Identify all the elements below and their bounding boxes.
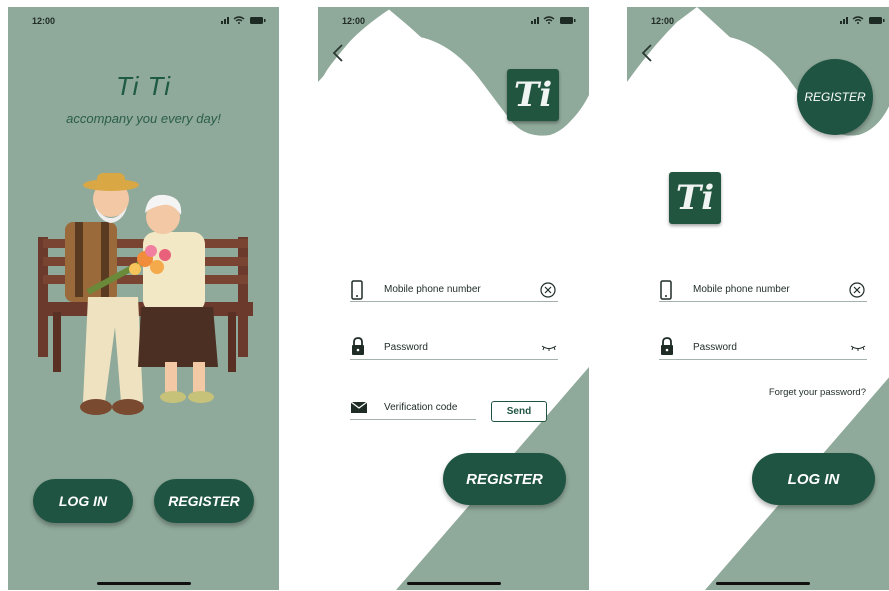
status-time: 12:00 xyxy=(651,16,675,26)
clear-icon[interactable] xyxy=(847,279,867,299)
back-arrow-icon[interactable] xyxy=(332,43,344,63)
register-screen: 12:00 Ti Mobile phone number Password Ve xyxy=(318,7,589,590)
verification-field[interactable]: Verification code xyxy=(350,397,476,420)
forgot-password-link[interactable]: Forget your password? xyxy=(732,387,866,398)
app-logo: Ti xyxy=(669,172,721,224)
send-code-button[interactable]: Send xyxy=(491,401,547,422)
lock-icon xyxy=(661,337,673,355)
verification-placeholder: Verification code xyxy=(384,402,458,413)
back-arrow-icon[interactable] xyxy=(641,43,653,63)
status-bar: 12:00 xyxy=(627,7,889,35)
phone-icon xyxy=(660,280,672,300)
phone-field[interactable]: Mobile phone number xyxy=(659,279,867,302)
register-submit-button[interactable]: REGISTER xyxy=(443,453,566,505)
status-bar: 12:00 xyxy=(8,7,279,35)
eye-closed-icon[interactable] xyxy=(849,337,867,353)
lock-icon xyxy=(352,337,364,355)
app-title: Ti Ti xyxy=(115,71,172,101)
phone-icon xyxy=(351,280,363,300)
password-placeholder: Password xyxy=(693,342,737,353)
status-icons xyxy=(840,16,885,24)
home-indicator xyxy=(96,582,191,585)
elderly-couple-illustration xyxy=(38,173,253,415)
status-bar: 12:00 xyxy=(318,7,589,35)
status-icons xyxy=(531,16,576,24)
password-placeholder: Password xyxy=(384,342,428,353)
register-button[interactable]: REGISTER xyxy=(154,479,254,523)
register-circle-button[interactable]: REGISTER xyxy=(797,59,873,135)
welcome-screen: 12:00 Ti Ti accompany you every day! LOG… xyxy=(8,7,279,590)
login-submit-button[interactable]: LOG IN xyxy=(752,453,875,505)
phone-placeholder: Mobile phone number xyxy=(384,284,481,295)
clear-icon[interactable] xyxy=(538,279,558,299)
app-logo: Ti xyxy=(507,69,559,121)
phone-placeholder: Mobile phone number xyxy=(693,284,790,295)
eye-closed-icon[interactable] xyxy=(540,337,558,353)
status-time: 12:00 xyxy=(32,16,56,26)
app-tagline: accompany you every day! xyxy=(66,111,221,126)
status-time: 12:00 xyxy=(342,16,366,26)
password-field[interactable]: Password xyxy=(659,337,867,360)
phone-field[interactable]: Mobile phone number xyxy=(350,279,558,302)
login-button[interactable]: LOG IN xyxy=(33,479,133,523)
mail-icon xyxy=(350,401,368,413)
home-indicator xyxy=(406,582,501,585)
password-field[interactable]: Password xyxy=(350,337,558,360)
login-screen: 12:00 REGISTER Ti Mobile phone number Pa… xyxy=(627,7,889,590)
home-indicator xyxy=(715,582,810,585)
status-icons xyxy=(221,16,266,24)
